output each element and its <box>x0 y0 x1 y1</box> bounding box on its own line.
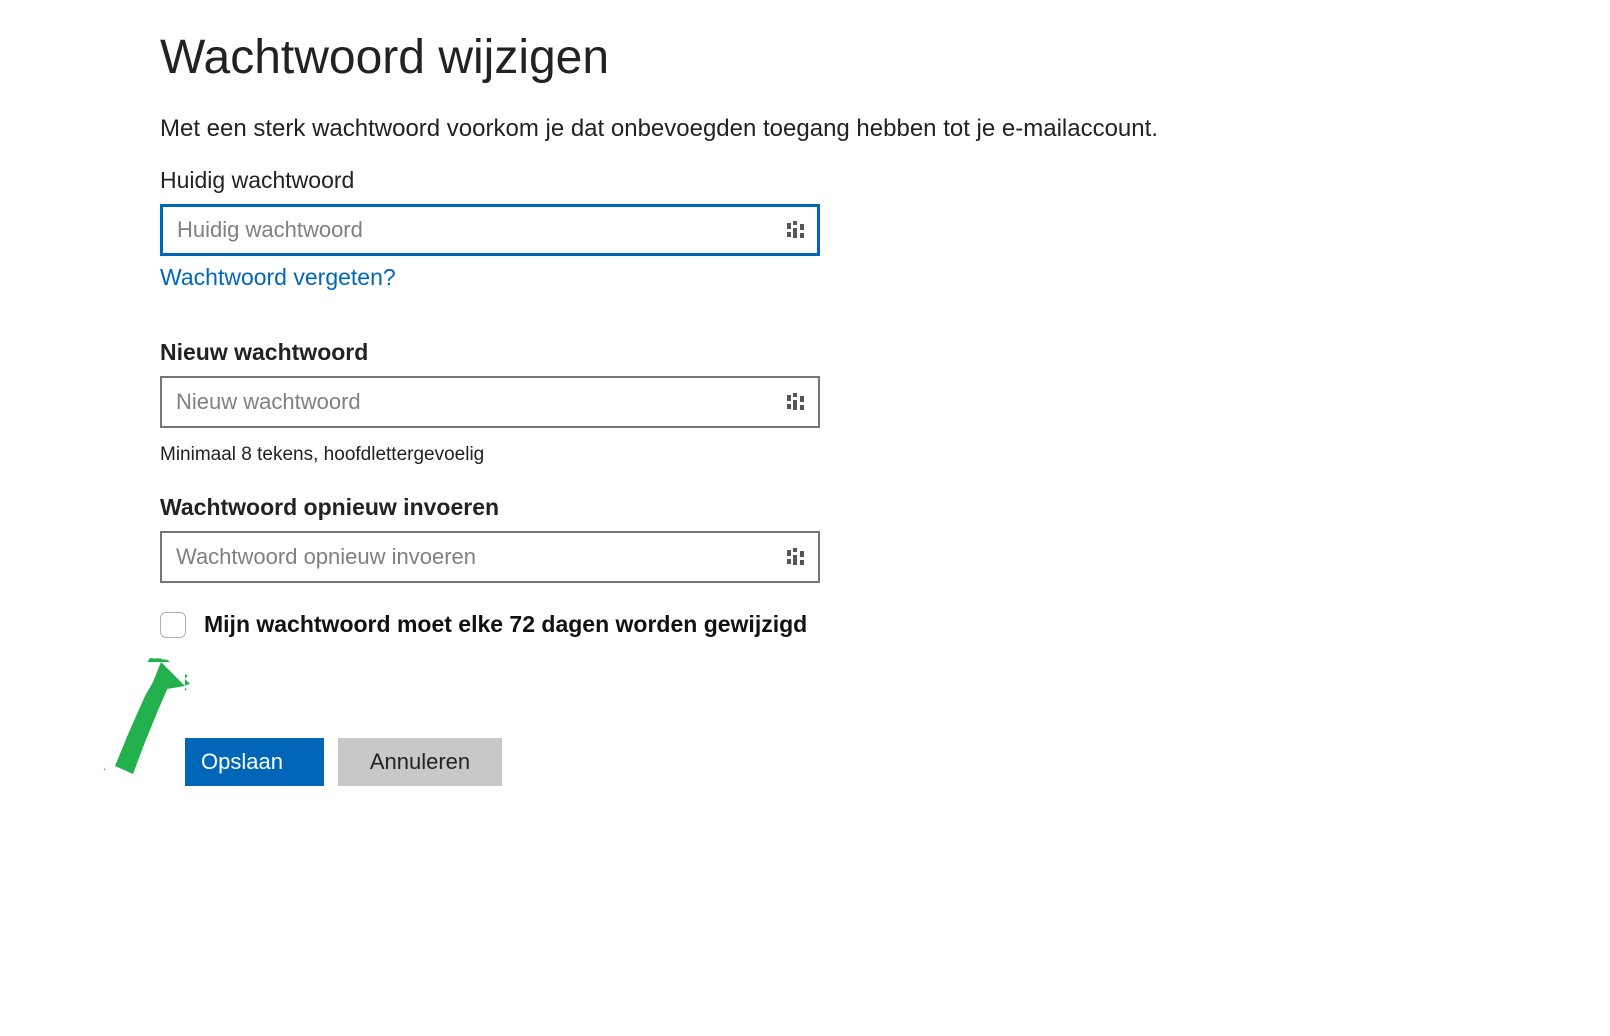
password-hint: Minimaal 8 tekens, hoofdlettergevoelig <box>160 444 1450 466</box>
new-password-group: Nieuw wachtwoord Minimaal 8 tekens, hoof… <box>160 339 1450 466</box>
page-description: Met een sterk wachtwoord voorkom je dat … <box>160 115 1450 143</box>
new-password-label: Nieuw wachtwoord <box>160 339 1450 366</box>
expire-checkbox[interactable] <box>160 612 186 638</box>
confirm-password-input[interactable] <box>160 531 820 583</box>
confirm-password-wrapper <box>160 531 820 583</box>
password-manager-icon[interactable] <box>786 220 806 240</box>
new-password-wrapper <box>160 376 820 428</box>
current-password-group: Huidig wachtwoord Wachtwoord vergeten? <box>160 167 1450 319</box>
page-title: Wachtwoord wijzigen <box>160 30 1450 85</box>
current-password-label: Huidig wachtwoord <box>160 167 1450 194</box>
confirm-password-label: Wachtwoord opnieuw invoeren <box>160 494 1450 521</box>
password-manager-icon[interactable] <box>786 547 806 567</box>
save-button[interactable]: Opslaan <box>160 738 324 786</box>
current-password-input[interactable] <box>160 204 820 256</box>
password-manager-icon[interactable] <box>786 392 806 412</box>
cancel-button[interactable]: Annuleren <box>338 738 502 786</box>
expire-checkbox-row: Mijn wachtwoord moet elke 72 dagen worde… <box>160 611 1450 638</box>
forgot-password-link[interactable]: Wachtwoord vergeten? <box>160 264 396 291</box>
expire-checkbox-label: Mijn wachtwoord moet elke 72 dagen worde… <box>204 611 807 638</box>
confirm-password-group: Wachtwoord opnieuw invoeren <box>160 494 1450 583</box>
button-row: Opslaan Annuleren <box>160 738 1450 786</box>
current-password-wrapper <box>160 204 820 256</box>
new-password-input[interactable] <box>160 376 820 428</box>
